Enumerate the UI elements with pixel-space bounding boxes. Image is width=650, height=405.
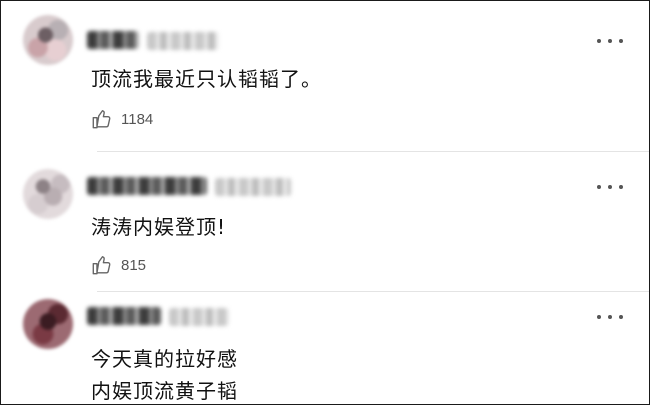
comment-text: 顶流我最近只认韬韬了。 xyxy=(91,67,322,91)
user-meta-blurred xyxy=(147,32,219,50)
comment-item: 今天真的拉好感 内娱顶流黄子韬 xyxy=(1,291,649,404)
comment-feed: 顶流我最近只认韬韬了。 1184 涛涛内娱登顶! 815 今天真的拉好感 内娱顶… xyxy=(0,0,650,405)
username-blurred[interactable] xyxy=(87,307,161,325)
comment-text-line-1: 今天真的拉好感 xyxy=(91,347,238,371)
comment-item: 涛涛内娱登顶! 815 xyxy=(1,151,649,291)
thumbs-up-icon xyxy=(92,256,111,275)
thumbs-up-icon xyxy=(92,110,111,129)
avatar[interactable] xyxy=(23,169,73,219)
avatar[interactable] xyxy=(23,15,73,65)
like-count: 815 xyxy=(121,256,147,274)
like-button[interactable]: 815 xyxy=(91,253,146,277)
more-icon[interactable] xyxy=(597,37,623,45)
username-blurred[interactable] xyxy=(87,177,207,195)
comment-item: 顶流我最近只认韬韬了。 1184 xyxy=(1,1,649,151)
user-meta-blurred xyxy=(215,178,291,196)
comment-text-line-2: 内娱顶流黄子韬 xyxy=(91,379,238,403)
like-button[interactable]: 1184 xyxy=(91,107,153,131)
more-icon[interactable] xyxy=(597,313,623,321)
more-icon[interactable] xyxy=(597,183,623,191)
avatar[interactable] xyxy=(23,299,73,349)
comment-text: 涛涛内娱登顶! xyxy=(91,215,227,239)
like-count: 1184 xyxy=(121,110,154,128)
user-meta-blurred xyxy=(169,308,229,326)
username-blurred[interactable] xyxy=(87,31,139,49)
